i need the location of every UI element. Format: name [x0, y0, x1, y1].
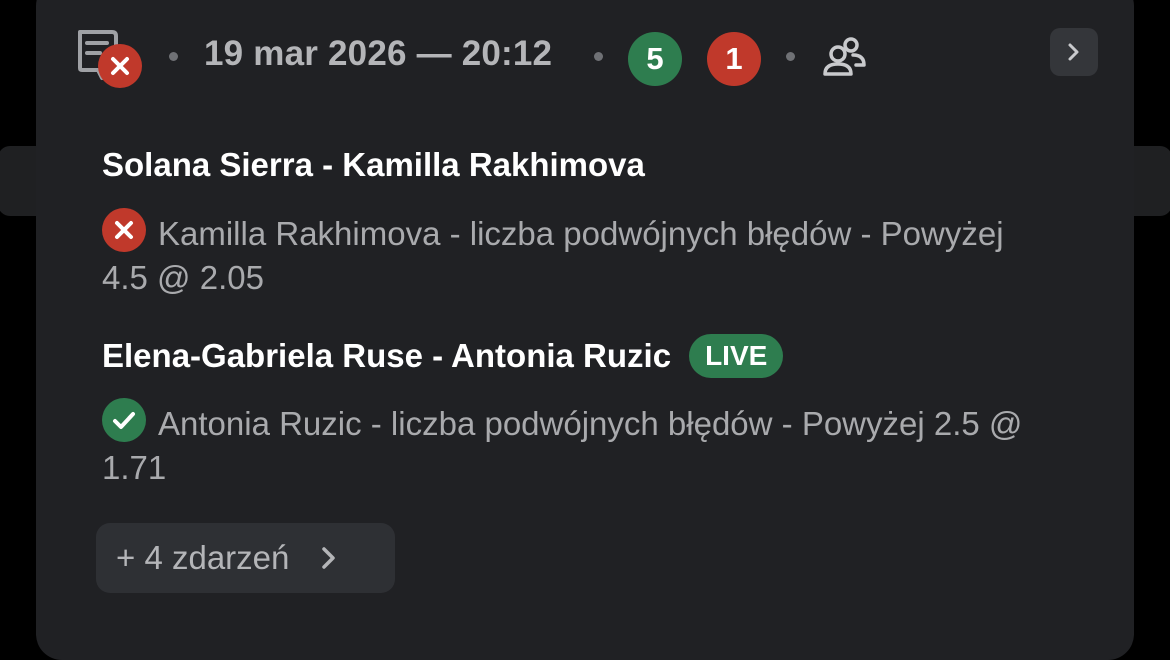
card-header: 19 mar 2026 — 20:12 5 1 [36, 28, 1134, 88]
chevron-right-icon [322, 547, 336, 569]
won-status-icon [102, 398, 146, 442]
separator-dot [594, 52, 603, 61]
match-title[interactable]: Elena-Gabriela Ruse - Antonia Ruzic LIVE [102, 334, 784, 378]
separator-dot [169, 52, 178, 61]
match-title[interactable]: Solana Sierra - Kamilla Rakhimova [102, 146, 645, 184]
lost-status-icon [102, 208, 146, 252]
separator-dot [786, 52, 795, 61]
bet-description: Kamilla Rakhimova - liczba podwójnych bł… [102, 215, 1004, 296]
more-events-button[interactable]: + 4 zdarzeń [96, 523, 395, 593]
bet-description: Antonia Ruzic - liczba podwójnych błędów… [102, 405, 1023, 486]
bet-line: Kamilla Rakhimova - liczba podwójnych bł… [102, 208, 1042, 300]
live-badge: LIVE [689, 334, 784, 378]
bet-line: Antonia Ruzic - liczba podwójnych błędów… [102, 398, 1042, 490]
next-button[interactable] [1050, 28, 1098, 76]
more-events-label: + 4 zdarzeń [116, 539, 290, 576]
ticket-date: 19 mar 2026 — 20:12 [204, 34, 553, 73]
bet-slip-card[interactable]: 19 mar 2026 — 20:12 5 1 Solana Sierra - … [36, 0, 1134, 660]
won-count-badge: 5 [628, 32, 682, 86]
lost-count-badge: 1 [707, 32, 761, 86]
chevron-right-icon [1068, 43, 1079, 61]
people-icon [820, 34, 870, 82]
match-title-text: Elena-Gabriela Ruse - Antonia Ruzic [102, 337, 672, 374]
lost-status-icon [98, 44, 142, 88]
